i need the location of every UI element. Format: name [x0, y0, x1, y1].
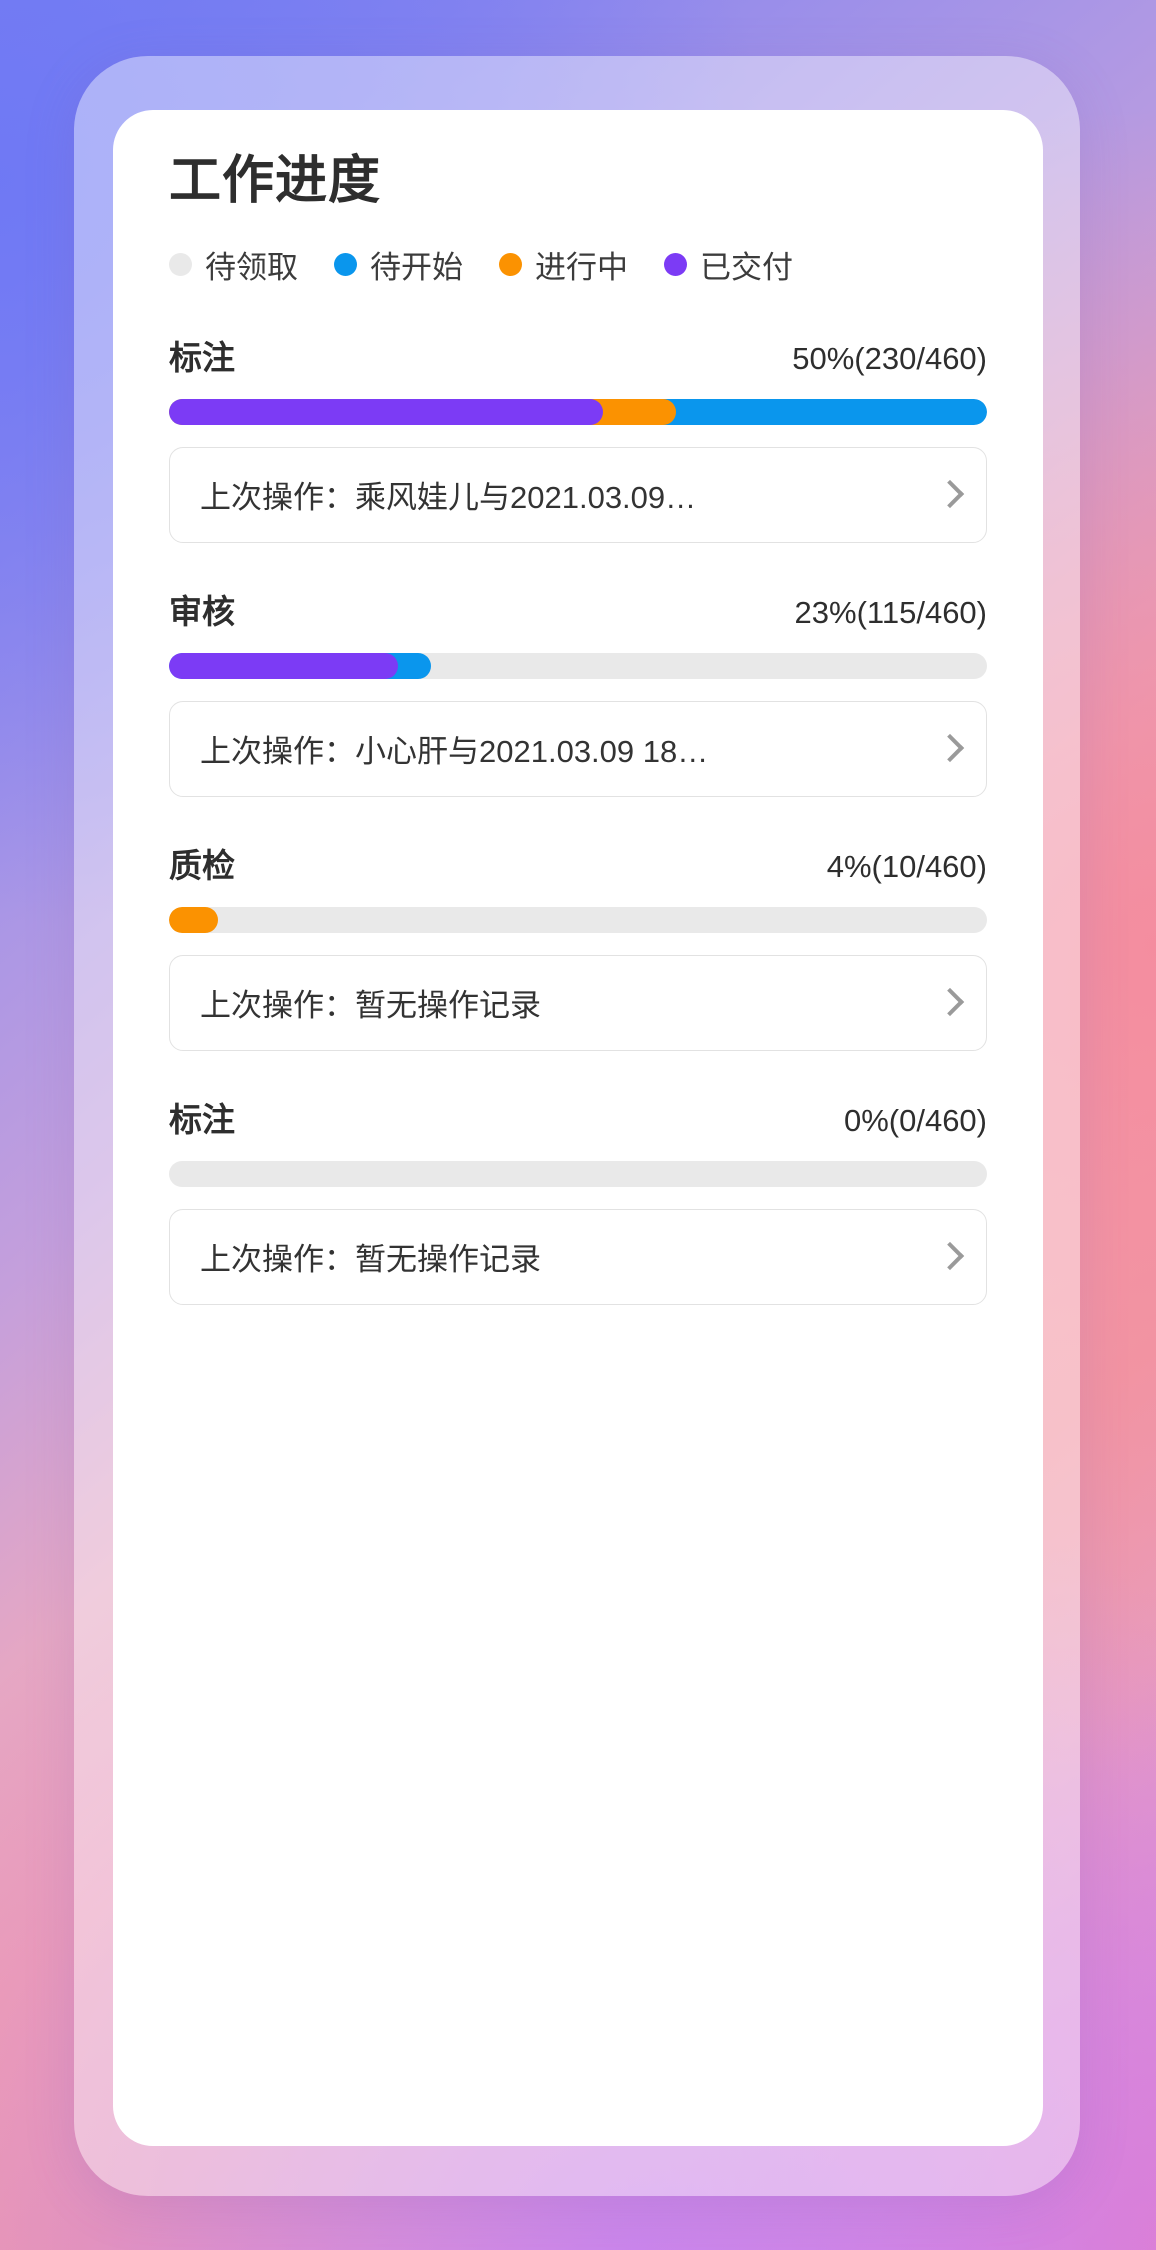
legend-item-label: 已交付 [700, 249, 793, 285]
legend-item-待开始: 待开始 [334, 242, 463, 287]
legend-item-label: 待开始 [370, 249, 463, 285]
work-progress-card: 工作进度 待领取 待开始 进行中 已交付 标注 50%(230/460) 上次操作：乘风娃… [113, 110, 1043, 2146]
progress-bar-segment-已交付 [169, 398, 603, 425]
page-title: 工作进度 [169, 152, 382, 210]
progress-group-name: 质检 [169, 846, 235, 884]
legend-item-label: 待领取 [205, 249, 298, 285]
progress-group-header: 审核 23%(115/460) [169, 585, 987, 633]
chevron-right-icon[interactable] [938, 985, 960, 1021]
progress-group-header: 质检 4%(10/460) [169, 839, 987, 887]
progress-bar-track [169, 652, 987, 679]
legend-item-进行中: 进行中 [499, 242, 628, 287]
last-operation-text: 上次操作：暂无操作记录 [200, 1242, 541, 1278]
progress-group-header: 标注 50%(230/460) [169, 331, 987, 379]
progress-group-list: 标注 50%(230/460) 上次操作：乘风娃儿与2021.03.09… 审核 23%… [169, 331, 987, 1305]
last-operation-row[interactable]: 上次操作：小心肝与2021.03.09 18… [169, 700, 987, 797]
progress-group-name: 审核 [169, 592, 235, 630]
progress-group-stat: 50%(230/460) [792, 340, 987, 376]
last-operation-text: 上次操作：小心肝与2021.03.09 18… [200, 734, 709, 770]
last-operation-row[interactable]: 上次操作：暂无操作记录 [169, 954, 987, 1051]
chevron-right-icon[interactable] [938, 477, 960, 513]
status-dot-icon [664, 252, 687, 276]
progress-group: 标注 0%(0/460) 上次操作：暂无操作记录 [169, 1093, 987, 1305]
progress-group-header: 标注 0%(0/460) [169, 1093, 987, 1141]
progress-group-stat: 0%(0/460) [843, 1102, 987, 1138]
progress-bar-segment-已交付 [169, 652, 399, 679]
progress-group-name: 标注 [169, 338, 235, 376]
chevron-right-icon[interactable] [938, 1239, 960, 1275]
progress-group: 质检 4%(10/460) 上次操作：暂无操作记录 [169, 839, 987, 1051]
status-dot-icon [169, 252, 192, 276]
last-operation-text: 上次操作：乘风娃儿与2021.03.09… [200, 480, 697, 516]
chevron-right-icon[interactable] [938, 731, 960, 767]
last-operation-row[interactable]: 上次操作：暂无操作记录 [169, 1208, 987, 1305]
progress-bar-segment-进行中 [169, 906, 219, 933]
status-dot-icon [499, 252, 522, 276]
last-operation-row[interactable]: 上次操作：乘风娃儿与2021.03.09… [169, 446, 987, 543]
legend-item-待领取: 待领取 [169, 242, 298, 287]
progress-group: 标注 50%(230/460) 上次操作：乘风娃儿与2021.03.09… [169, 331, 987, 543]
legend-item-已交付: 已交付 [664, 242, 793, 287]
last-operation-text: 上次操作：暂无操作记录 [200, 988, 541, 1024]
progress-bar-track [169, 906, 987, 933]
progress-group-stat: 23%(115/460) [794, 594, 987, 630]
progress-group-stat: 4%(10/460) [826, 848, 987, 884]
progress-bar-track [169, 1160, 987, 1187]
progress-group-name: 标注 [169, 1100, 235, 1138]
app-background: 工作进度 待领取 待开始 进行中 已交付 标注 50%(230/460) 上次操作：乘风娃… [0, 0, 1156, 2250]
legend-item-label: 进行中 [535, 249, 628, 285]
status-legend: 待领取 待开始 进行中 已交付 [169, 242, 987, 287]
progress-bar-track [169, 398, 987, 425]
status-dot-icon [334, 252, 357, 276]
card-content: 工作进度 待领取 待开始 进行中 已交付 标注 50%(230/460) 上次操作：乘风娃… [113, 110, 1043, 1305]
progress-group: 审核 23%(115/460) 上次操作：小心肝与2021.03.09 18… [169, 585, 987, 797]
